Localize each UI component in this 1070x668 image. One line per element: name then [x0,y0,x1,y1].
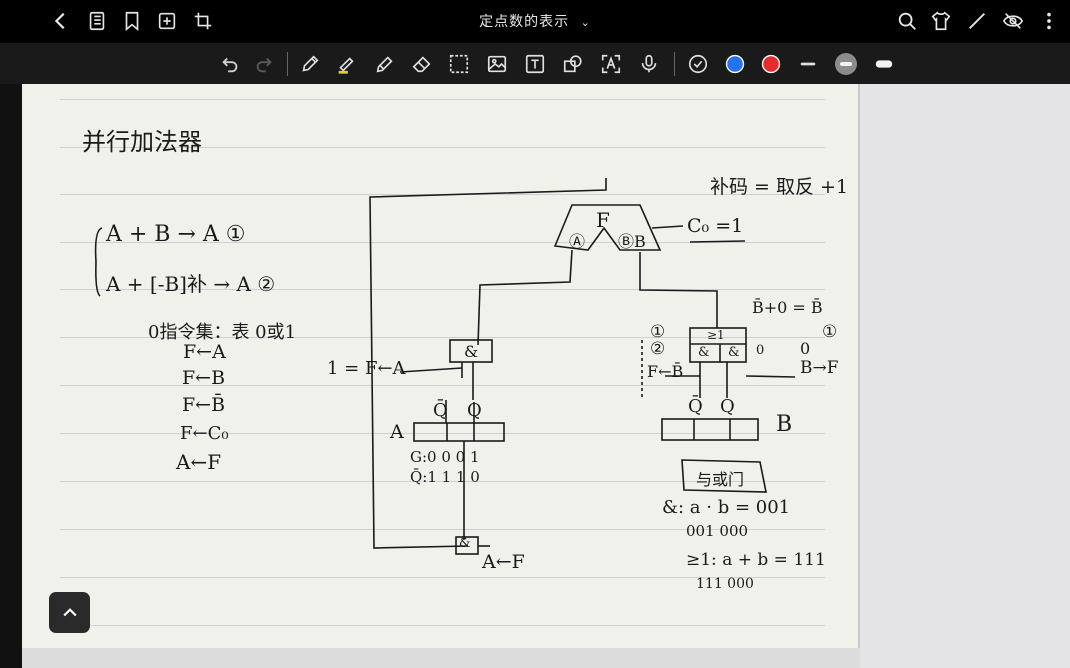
text-icon[interactable] [524,53,546,75]
toolbar-divider [287,52,288,76]
eraser-icon[interactable] [411,53,433,75]
equation-2: A + [-B]补 → A ② [106,272,276,296]
instruction-2: F←B [182,367,226,389]
register-a-label: A [390,421,404,443]
carry-in-label: C₀ =1 [687,215,744,237]
ruled-line [60,385,825,386]
mic-icon[interactable] [638,53,660,75]
or-values: 111 000 [696,576,754,592]
more-icon[interactable] [1038,10,1060,32]
image-icon[interactable] [486,53,508,75]
stroke-thick-icon[interactable] [873,53,895,75]
register-b-label: B [776,412,793,437]
page-edge [858,84,860,668]
ruled-line [60,433,825,434]
undo-icon[interactable] [219,53,241,75]
instruction-5: A←F [176,450,222,474]
shape-icon[interactable] [562,53,584,75]
lasso-icon[interactable] [448,53,470,75]
shirt-icon[interactable] [930,10,952,32]
select-f-from-a: 1 = F←A [327,358,406,379]
circle-2-left: ② [650,339,666,359]
q-bar-b: Q̄ [688,396,703,417]
chevron-up-icon [62,607,77,616]
add-page-icon[interactable] [156,10,178,32]
page-gutter [860,84,1070,668]
zero-right: 0 [800,339,811,358]
g-bits: G:0 0 0 1 [410,448,480,466]
and-values: 001 000 [686,522,749,540]
adder-b-input: ⒷB [618,232,646,251]
scroll-up-button[interactable] [49,592,90,633]
b-not-plus-zero: B̄+0 = B̄ [752,298,823,317]
crop-icon[interactable] [192,10,214,32]
pencil-icon[interactable] [374,53,396,75]
left-edge [0,84,22,668]
clock-icon[interactable] [687,53,709,75]
eye-off-icon[interactable] [1002,10,1024,32]
gate-and-right-1: & [698,345,710,360]
back-icon[interactable] [50,10,72,32]
adder-f-label: F [596,208,610,232]
b-to-f: B→F [800,358,839,378]
ruled-line [60,625,825,626]
equation-1: A + B → A ① [106,222,246,247]
ruled-line [60,99,825,100]
q-bar-a: Q̄ [433,400,448,421]
circle-1-right: ① [822,322,838,342]
search-icon[interactable] [896,10,918,32]
document-title[interactable]: 定点数的表示 [479,14,569,30]
bookmark-icon[interactable] [121,10,143,32]
color-blue-swatch[interactable] [724,53,746,75]
pen-tool-icon[interactable] [299,53,321,75]
heading-parallel-adder: 并行加法器 [82,128,202,156]
q-b: Q [720,396,735,417]
gate-and-right-2: & [728,345,740,360]
ocr-icon[interactable] [600,53,622,75]
instruction-4: F←C₀ [180,423,229,444]
color-red-swatch[interactable] [760,53,782,75]
chevron-down-icon[interactable]: ⌄ [581,16,591,29]
instruction-1: F←A [183,341,226,363]
notebook-icon[interactable] [86,10,108,32]
q-bits: Q̄:1 1 1 0 [410,468,480,486]
redo-icon[interactable] [253,53,275,75]
gate-or-right: ≥1 [707,328,725,342]
pen-icon[interactable] [966,10,988,32]
gate-and-left: & [464,342,479,361]
and-or-gate-box: 与或门 [696,470,745,489]
adder-a-input: Ⓐ [569,232,586,251]
or-equation: ≥1: a + b = 111 [686,550,826,570]
a-from-f: A←F [482,551,525,573]
stroke-thin-icon[interactable] [797,53,819,75]
gate-and-output: & [459,536,471,551]
page-bottom-edge [22,648,860,668]
highlighter-icon[interactable] [335,53,357,75]
f-from-b-not: F←B̄ [647,362,684,381]
stroke-medium-icon[interactable] [834,52,858,76]
and-equation: &: a · b = 001 [662,497,791,518]
gate-output-zero: 0 [756,343,765,358]
instruction-3: F←B̄ [182,394,226,416]
complement-rule: 补码 = 取反 +1 [710,176,849,198]
toolbar-divider [674,52,675,76]
q-a: Q [467,400,482,421]
